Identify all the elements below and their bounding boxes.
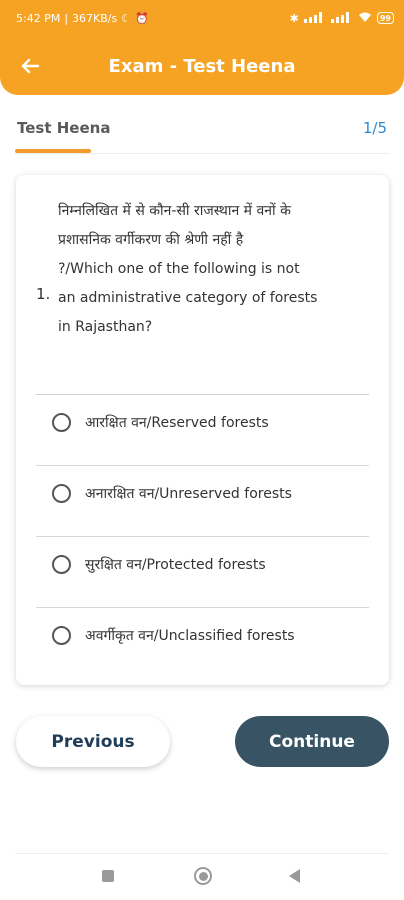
app-bar: Exam - Test Heena [0, 40, 404, 95]
radio-button[interactable] [52, 484, 71, 503]
option-d[interactable]: अवर्गीकृत वन/Unclassified forests [36, 600, 369, 671]
wifi-icon [358, 12, 372, 25]
alarm-icon: ⏰ [135, 11, 149, 25]
home-circle-icon[interactable] [194, 867, 212, 885]
signal-icon-2 [330, 11, 353, 25]
back-triangle-icon[interactable] [289, 869, 300, 883]
signal-icon [303, 11, 326, 25]
status-net-speed: 367KB/s [72, 11, 118, 25]
option-c[interactable]: सुरक्षित वन/Protected forests [36, 529, 369, 600]
option-label: अनारक्षित वन/Unreserved forests [85, 486, 292, 502]
question-number: 1. [36, 285, 51, 303]
moon-icon: ☾ [121, 11, 132, 25]
option-b[interactable]: अनारक्षित वन/Unreserved forests [36, 458, 369, 529]
quiz-name-tab[interactable]: Test Heena [17, 119, 110, 137]
option-a[interactable]: आरक्षित वन/Reserved forests [36, 387, 369, 458]
option-label: अवर्गीकृत वन/Unclassified forests [85, 628, 295, 644]
header: 5:42 PM | 367KB/s ☾ ⏰ ✱ 99 Exam - Test H… [0, 0, 404, 95]
previous-button[interactable]: Previous [16, 716, 170, 767]
question-card: 1. निम्नलिखित में से कौन-सी राजस्थान में… [16, 175, 389, 685]
battery-icon: 99 [376, 12, 394, 24]
system-nav-bar [0, 856, 404, 900]
question-text-line: निम्नलिखित में से कौन-सी राजस्थान में वन… [58, 203, 291, 219]
option-label: आरक्षित वन/Reserved forests [85, 415, 269, 431]
tab-divider [15, 153, 389, 154]
quiz-info: Test Heena 1/5 [17, 115, 387, 141]
question-text-line: प्रशासनिक वर्गीकरण की श्रेणी नहीं है [58, 232, 244, 248]
option-label: सुरक्षित वन/Protected forests [85, 557, 266, 573]
question-text-line: in Rajasthan? [58, 319, 153, 335]
radio-button[interactable] [52, 555, 71, 574]
continue-button[interactable]: Continue [235, 716, 389, 767]
radio-button[interactable] [52, 413, 71, 432]
question-text-line: ?/Which one of the following is not [58, 261, 300, 277]
nav-divider [15, 853, 389, 854]
recents-square-icon[interactable] [102, 870, 114, 882]
bluetooth-icon: ✱ [289, 11, 299, 25]
battery-level: 99 [379, 13, 391, 23]
status-separator: | [64, 11, 69, 25]
home-circle-inner [198, 871, 208, 881]
status-right: ✱ 99 [289, 11, 394, 25]
radio-button[interactable] [52, 626, 71, 645]
status-left: 5:42 PM | 367KB/s ☾ ⏰ [16, 12, 149, 25]
status-time: 5:42 PM [16, 11, 61, 25]
status-bar: 5:42 PM | 367KB/s ☾ ⏰ ✱ 99 [0, 0, 404, 36]
app-title: Exam - Test Heena [108, 56, 296, 77]
question-text: निम्नलिखित में से कौन-सी राजस्थान में वन… [58, 197, 358, 342]
question-counter: 1/5 [362, 119, 387, 137]
question-text-line: an administrative category of forests [58, 290, 318, 306]
